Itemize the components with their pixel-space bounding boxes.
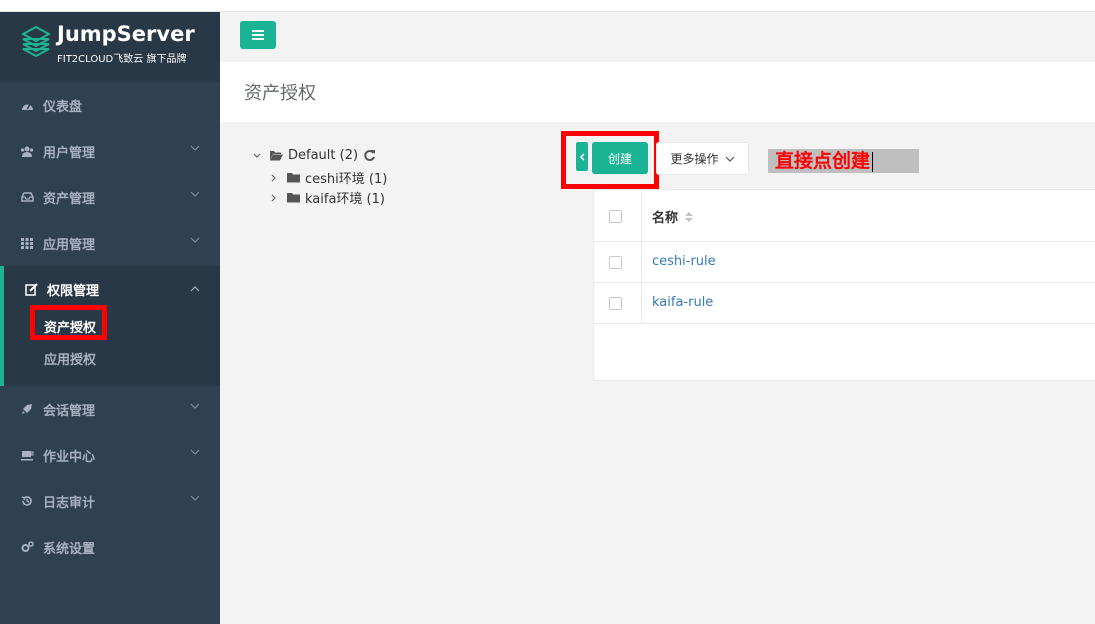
tree-node-label: kaifa环境 (1) [305,192,385,207]
edit-icon [24,282,38,296]
rocket-icon [20,402,34,416]
dashboard-icon [20,98,34,112]
brand-subtitle: FIT2CLOUD飞致云 旗下品牌 [57,54,187,65]
tree-node-label: ceshi环境 (1) [305,172,388,187]
more-actions-dropdown[interactable]: 更多操作 [656,142,749,175]
sidebar-item-label: 资产管理 [43,191,96,207]
coffee-icon [20,448,34,462]
chevron-right-icon[interactable] [269,193,279,203]
sidebar-item-audit[interactable]: 日志审计 [0,478,220,524]
sidebar-item-label: 仪表盘 [43,99,83,115]
inbox-icon [20,190,34,204]
rule-name-link[interactable]: kaifa-rule [652,295,713,310]
sidebar-item-jobs[interactable]: 作业中心 [0,432,220,478]
folder-icon [287,193,300,203]
table-row[interactable]: kaifa-rule [594,283,1095,324]
brand-title: JumpServer [57,22,195,46]
select-all-checkbox[interactable] [609,210,622,223]
sidebar-toggle-button[interactable] [240,21,276,49]
chevron-down-icon [190,237,200,243]
page-heading-bar: 资产授权 [220,62,1095,122]
browser-top-strip [0,0,1095,12]
sidebar-item-sessions[interactable]: 会话管理 [0,386,220,432]
users-icon [20,144,34,158]
refresh-icon[interactable] [363,149,376,162]
column-divider [641,190,642,242]
column-header-label: 名称 [652,211,679,226]
tree-node-default[interactable]: Default (2) [252,148,376,163]
permission-table: 名称 ceshi-rule kaifa-rule [593,189,1095,381]
sidebar-item-label: 系统设置 [43,541,96,557]
sidebar-item-label: 作业中心 [43,449,96,465]
sidebar-item-label: 应用管理 [43,237,96,253]
chevron-down-icon[interactable] [252,151,262,161]
chevron-down-icon [190,403,200,409]
table-header-row: 名称 [594,190,1095,242]
sidebar-item-applications[interactable]: 应用管理 [0,220,220,266]
more-actions-label: 更多操作 [670,152,719,166]
chevron-down-icon [725,156,734,162]
row-checkbox[interactable] [609,256,622,269]
sidebar-item-label: 用户管理 [43,145,96,161]
chevron-down-icon [190,449,200,455]
menu-bars-icon [252,30,264,40]
column-divider [641,283,642,324]
gears-icon [20,540,34,554]
sidebar-item-assets[interactable]: 资产管理 [0,174,220,220]
sort-icon[interactable] [684,211,694,223]
sidebar-item-dashboard[interactable]: 仪表盘 [0,82,220,128]
sidebar-item-users[interactable]: 用户管理 [0,128,220,174]
page-title: 资产授权 [244,83,316,104]
brand-logo[interactable]: JumpServer FIT2CLOUD飞致云 旗下品牌 [0,12,220,82]
chevron-down-icon [190,495,200,501]
text-cursor [872,152,874,172]
jumpserver-logo-icon [22,26,50,58]
chevron-down-icon [190,145,200,151]
annotation-text: 直接点创建 [775,150,871,172]
tree-node-ceshi[interactable]: ceshi环境 (1) [269,168,387,187]
sidebar-item-label: 会话管理 [43,403,96,419]
table-row[interactable]: ceshi-rule [594,242,1095,283]
column-header-name[interactable]: 名称 [652,207,694,226]
folder-open-icon [270,151,283,161]
chevron-right-icon[interactable] [269,173,279,183]
row-checkbox[interactable] [609,297,622,310]
chevron-up-icon [190,286,200,292]
tree-node-label: Default (2) [288,148,359,163]
sidebar-item-settings[interactable]: 系统设置 [0,524,220,570]
grid-icon [20,236,34,250]
chevron-down-icon [190,191,200,197]
sidebar-item-label: 日志审计 [43,495,96,511]
column-divider [641,242,642,283]
sidebar-item-label: 权限管理 [47,283,100,299]
folder-icon [287,173,300,183]
highlight-box-create [561,131,659,189]
tree-node-kaifa[interactable]: kaifa环境 (1) [269,188,385,207]
history-icon [20,494,34,508]
highlight-box-asset-permission [30,305,107,340]
annotation-note: 直接点创建 [768,149,919,173]
rule-name-link[interactable]: ceshi-rule [652,254,716,269]
sidebar-subitem-app-permission[interactable]: 应用授权 [44,349,96,368]
